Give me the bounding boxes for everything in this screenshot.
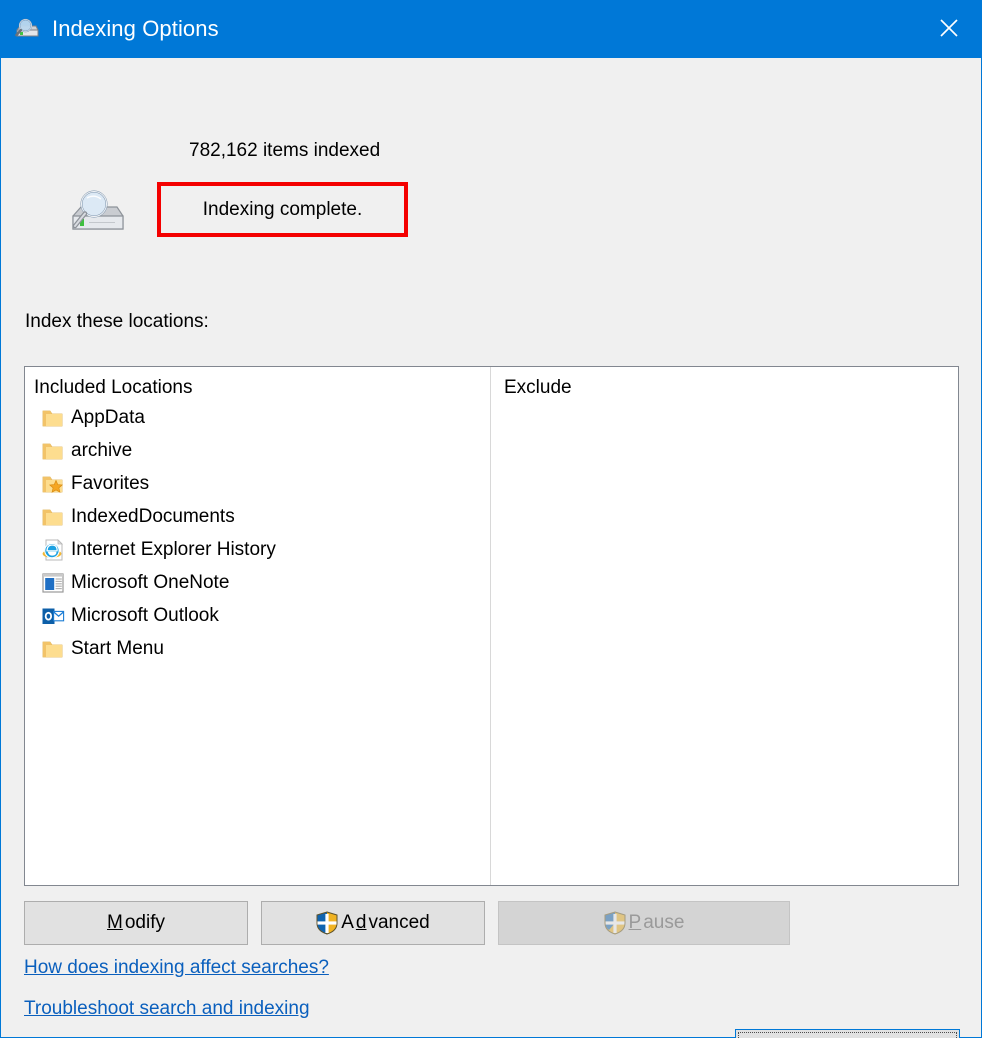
onenote-icon [41,571,65,595]
list-item-label: Microsoft OneNote [71,571,230,593]
list-item-label: Favorites [71,472,150,494]
locations-list[interactable]: Included Locations AppData archive Favorit… [24,366,959,886]
included-locations-header: Included Locations [34,377,193,398]
folder-icon [41,505,65,529]
list-item-label: Start Menu [71,637,164,659]
list-item[interactable]: Microsoft Outlook [33,599,490,632]
pause-button-label: ause [643,912,685,933]
advanced-button-label-pre: A [341,912,354,933]
included-locations-column: Included Locations AppData archive Favorit… [25,367,491,885]
uac-shield-icon [604,911,626,935]
list-item[interactable]: Microsoft OneNote [33,566,490,599]
modify-button-accel: M [107,912,123,933]
outlook-icon [41,604,65,628]
folder-icon [41,637,65,661]
troubleshoot-search-and-indexing-link[interactable]: Troubleshoot search and indexing [24,998,310,1020]
modify-button[interactable]: Modify [24,901,248,945]
folder-icon [41,439,65,463]
list-item-label: AppData [71,406,145,428]
list-item[interactable]: IndexedDocuments [33,500,490,533]
list-item-label: Microsoft Outlook [71,604,219,626]
list-item-label: archive [71,439,133,461]
list-item[interactable]: AppData [33,401,490,434]
advanced-button-label-post: vanced [368,912,430,933]
list-item[interactable]: Internet Explorer History [33,533,490,566]
status-highlight-box: Indexing complete. [157,182,408,237]
dialog-body: 782,162 items indexed Indexing complete.… [1,58,981,1038]
title-bar[interactable]: Indexing Options [1,0,982,58]
items-indexed-count: 782,162 items indexed [189,140,381,161]
indexing-status-text: Indexing complete. [202,198,363,220]
list-item-label: IndexedDocuments [71,505,235,527]
close-button[interactable]: Close [738,1032,957,1038]
list-item[interactable]: Start Menu [33,632,490,665]
advanced-button-accel: d [355,912,367,933]
internet-explorer-icon [41,538,65,562]
uac-shield-icon [316,911,338,935]
indexing-search-drive-icon [14,16,40,42]
pause-button-accel: P [628,912,642,933]
list-item-label: Internet Explorer History [71,538,276,560]
pause-button[interactable]: Pause [498,901,790,945]
action-buttons: Modify Ad vanced P ause [24,901,959,945]
folder-icon [41,406,65,430]
exclude-column: Exclude [491,367,958,885]
index-locations-label: Index these locations: [25,311,209,332]
list-item[interactable]: archive [33,434,490,467]
list-item[interactable]: Favorites [33,467,490,500]
indexing-options-dialog: Indexing Options 782,162 items indexed I… [0,0,982,1038]
modify-button-label: odify [124,912,165,933]
window-title: Indexing Options [52,16,219,41]
close-icon[interactable] [915,0,982,56]
how-does-indexing-affect-searches-link[interactable]: How does indexing affect searches? [24,957,329,979]
drive-magnifier-icon [67,186,127,238]
advanced-button[interactable]: Ad vanced [261,901,485,945]
close-button-focus-frame: Close [735,1029,960,1038]
folder-favorites-star-icon [41,472,65,496]
exclude-header: Exclude [504,377,572,398]
